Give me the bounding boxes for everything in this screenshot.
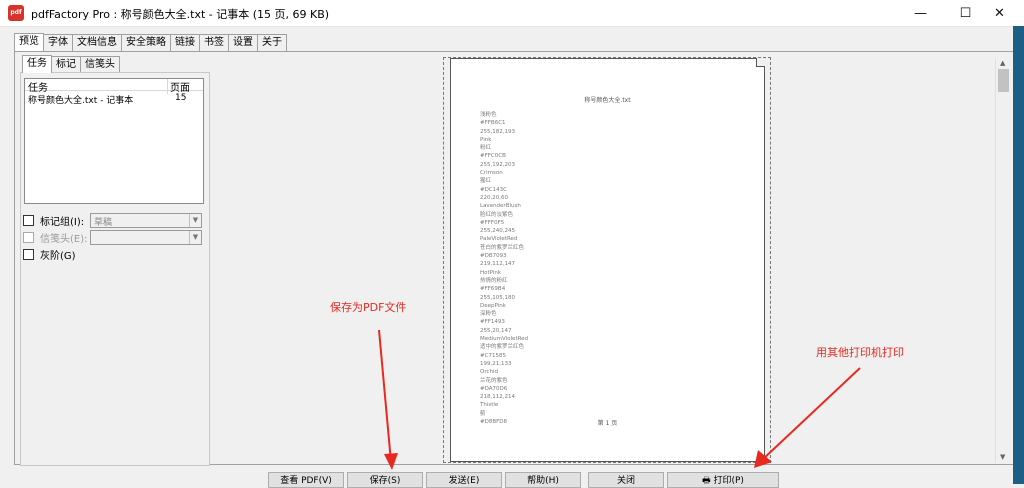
bookmark-group-checkbox[interactable] bbox=[23, 214, 34, 226]
document-header: 称号颜色大全.txt bbox=[584, 97, 631, 104]
document-line: DeepPink bbox=[480, 302, 506, 309]
tab-marks[interactable]: 标记 bbox=[51, 56, 81, 72]
letterhead-option: 信笺头(E): bbox=[23, 230, 88, 245]
document-line: #FFF0F5 bbox=[480, 219, 505, 226]
title-bar: pdf pdfFactory Pro : 称号颜色大全.txt - 记事本 (1… bbox=[0, 0, 1024, 27]
desktop-background-strip bbox=[1013, 26, 1024, 484]
tab-fonts[interactable]: 字体 bbox=[43, 34, 73, 51]
tab-settings[interactable]: 设置 bbox=[228, 34, 258, 51]
send-button[interactable]: 发送(E) bbox=[426, 472, 502, 488]
letterhead-label: 信笺头(E): bbox=[40, 233, 88, 245]
preview-page[interactable]: 称号颜色大全.txt 浅粉色 #FFB6C1 255,182,193 Pink 粉红 #F… bbox=[450, 58, 765, 462]
tab-tasks[interactable]: 任务 bbox=[22, 55, 52, 73]
task-list[interactable]: 任务 页面 称号颜色大全.txt - 记事本 15 bbox=[24, 78, 204, 204]
document-page-number: 第 1 页 bbox=[597, 420, 618, 427]
document-line: 255,105,180 bbox=[480, 294, 515, 301]
scroll-up-icon[interactable]: ▲ bbox=[1000, 59, 1005, 67]
document-line: 热情的粉红 bbox=[480, 277, 508, 284]
printer-icon: 🖶 bbox=[702, 476, 711, 486]
tab-preview[interactable]: 预览 bbox=[14, 33, 44, 52]
document-line: 255,240,245 bbox=[480, 228, 515, 235]
document-line: 脸红的淡紫色 bbox=[480, 211, 514, 218]
document-line: 蓟 bbox=[480, 410, 486, 417]
document-line: #DA70D6 bbox=[480, 385, 508, 392]
tab-document-info[interactable]: 文档信息 bbox=[72, 34, 122, 51]
document-line: #FFB6C1 bbox=[480, 120, 506, 127]
window-title: pdfFactory Pro : 称号颜色大全.txt - 记事本 (15 页,… bbox=[31, 8, 330, 21]
document-line: LavenderBlush bbox=[480, 203, 521, 210]
page-fold-corner bbox=[756, 58, 765, 67]
scrollbar-thumb[interactable] bbox=[998, 69, 1009, 92]
grayscale-label: 灰阶(G) bbox=[40, 250, 76, 262]
pages-column-header[interactable]: 页面 bbox=[167, 79, 204, 94]
document-line: Crimson bbox=[480, 170, 503, 177]
document-line: 猩红 bbox=[480, 178, 492, 185]
print-button[interactable]: 🖶 打印(P) bbox=[667, 472, 779, 488]
task-page-count: 15 bbox=[175, 93, 187, 103]
tab-letterhead[interactable]: 信笺头 bbox=[80, 56, 120, 72]
document-line: 220,20,60 bbox=[480, 194, 508, 201]
document-body: 浅粉色 #FFB6C1 255,182,193 Pink 粉红 #FFC0CB 255,19… bbox=[480, 111, 528, 426]
grayscale-checkbox[interactable] bbox=[23, 248, 34, 260]
vertical-scrollbar[interactable]: ▲ ▼ bbox=[995, 59, 1012, 463]
document-line: #C71585 bbox=[480, 352, 506, 359]
document-line: Thistle bbox=[480, 402, 499, 409]
document-line: Pink bbox=[480, 136, 492, 143]
close-button[interactable]: 关闭 bbox=[588, 472, 664, 488]
tab-links[interactable]: 链接 bbox=[170, 34, 200, 51]
bookmark-group-label: 标记组(I): bbox=[40, 216, 85, 228]
document-line: #DB7093 bbox=[480, 253, 507, 260]
document-line: 255,192,203 bbox=[480, 161, 515, 168]
document-line: 218,112,214 bbox=[480, 394, 515, 401]
tab-about[interactable]: 关于 bbox=[257, 34, 287, 51]
document-line: #FF1493 bbox=[480, 319, 505, 326]
task-list-header: 任务 页面 bbox=[25, 79, 204, 94]
document-line: #FFC0CB bbox=[480, 153, 506, 160]
bookmark-group-select[interactable]: 草稿 ▼ bbox=[90, 213, 202, 228]
print-button-label: 打印(P) bbox=[713, 476, 744, 486]
document-line: 199,21,133 bbox=[480, 360, 512, 367]
document-line: 苍白的紫罗兰红色 bbox=[480, 244, 525, 251]
scroll-down-icon[interactable]: ▼ bbox=[1000, 453, 1005, 461]
document-line: 适中的紫罗兰红色 bbox=[480, 344, 525, 351]
chevron-down-icon[interactable]: ▼ bbox=[189, 231, 201, 244]
document-line: PaleVioletRed bbox=[480, 236, 518, 243]
pdf-app-icon: pdf bbox=[8, 5, 24, 21]
task-column-header[interactable]: 任务 bbox=[28, 79, 48, 94]
document-line: 219,112,147 bbox=[480, 261, 515, 268]
save-pdf-annotation: 保存为PDF文件 bbox=[330, 301, 407, 314]
document-line: 255,20,147 bbox=[480, 327, 512, 334]
task-name: 称号颜色大全.txt - 记事本 bbox=[28, 96, 134, 106]
bookmark-group-option: 标记组(I): bbox=[23, 213, 85, 228]
letterhead-select[interactable]: ▼ bbox=[90, 230, 202, 245]
document-line: HotPink bbox=[480, 269, 502, 276]
document-line: 兰花的紫色 bbox=[480, 377, 508, 384]
bookmark-group-value: 草稿 bbox=[94, 218, 113, 228]
document-line: 粉红 bbox=[480, 145, 492, 152]
help-button[interactable]: 帮助(H) bbox=[505, 472, 581, 488]
document-line: Orchid bbox=[480, 369, 498, 376]
save-button[interactable]: 保存(S) bbox=[347, 472, 423, 488]
document-line: 浅粉色 bbox=[480, 112, 497, 118]
document-line: 深粉色 bbox=[480, 311, 497, 318]
letterhead-checkbox[interactable] bbox=[23, 231, 34, 243]
print-other-annotation: 用其他打印机打印 bbox=[816, 346, 904, 359]
minimize-button[interactable]: — bbox=[898, 0, 943, 26]
document-line: 255,182,193 bbox=[480, 128, 515, 135]
bottom-button-bar: 查看 PDF(V) 保存(S) 发送(E) 帮助(H) 关闭 🖶 打印(P) bbox=[0, 472, 1024, 488]
chevron-down-icon[interactable]: ▼ bbox=[189, 214, 201, 227]
view-pdf-button[interactable]: 查看 PDF(V) bbox=[268, 472, 344, 488]
grayscale-option: 灰阶(G) bbox=[23, 247, 76, 262]
document-line: MediumVioletRed bbox=[480, 336, 529, 343]
left-tab-bar: 任务 标记 信笺头 bbox=[22, 55, 120, 73]
tab-security[interactable]: 安全策略 bbox=[121, 34, 171, 51]
document-line: #FF69B4 bbox=[480, 286, 506, 293]
tab-bookmarks[interactable]: 书签 bbox=[199, 34, 229, 51]
document-line: #DC143C bbox=[480, 186, 508, 193]
task-row[interactable]: 称号颜色大全.txt - 记事本 15 bbox=[28, 93, 200, 106]
close-window-button[interactable]: ✕ bbox=[975, 0, 1024, 26]
main-tab-bar: 预览 字体 文档信息 安全策略 链接 书签 设置 关于 bbox=[14, 33, 287, 52]
